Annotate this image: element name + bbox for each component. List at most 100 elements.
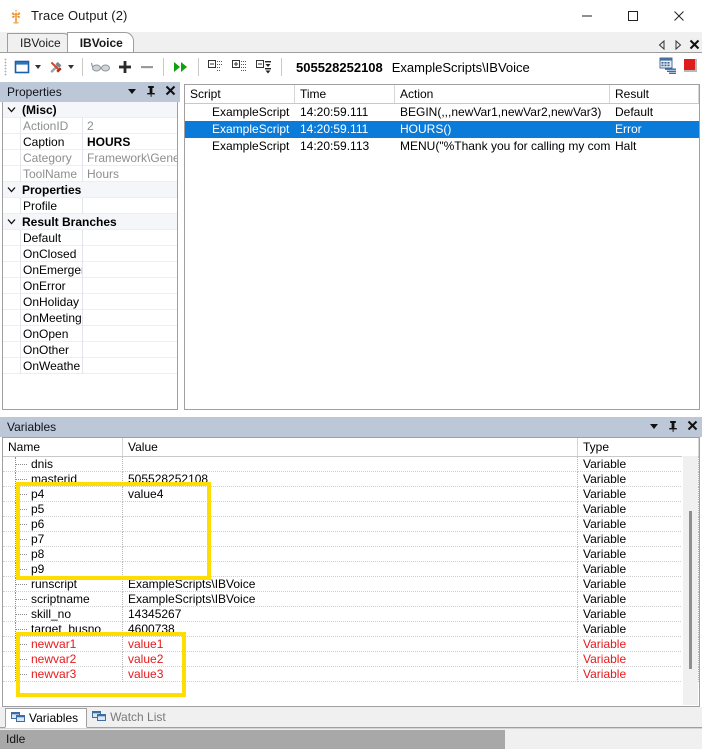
window-view-dropdown[interactable] (11, 55, 44, 79)
properties-row[interactable]: OnClosed (3, 246, 177, 262)
properties-group-row[interactable]: (Misc) (3, 102, 177, 118)
stop-icon[interactable] (683, 58, 698, 76)
grid-icon[interactable] (659, 57, 677, 77)
variables-grid[interactable]: NameValueType dnisVariablemasterid505528… (2, 437, 700, 707)
prev-tab-icon[interactable] (657, 40, 667, 50)
expand-all-icon[interactable] (228, 55, 252, 79)
variables-grid-body[interactable]: dnisVariablemasterid505528252108Variable… (3, 457, 699, 682)
properties-row[interactable]: OnMeeting (3, 310, 177, 326)
variables-row[interactable]: newvar3value3Variable (3, 667, 699, 682)
variables-row[interactable]: p5Variable (3, 502, 699, 517)
property-value[interactable]: 2 (82, 118, 177, 134)
chevron-down-icon[interactable] (127, 85, 137, 99)
property-value[interactable] (82, 326, 177, 342)
bottom-tab-variables[interactable]: Variables (5, 708, 87, 728)
chevron-down-icon (35, 65, 41, 69)
bottom-tab-watch-list[interactable]: Watch List (87, 707, 174, 727)
property-value[interactable] (82, 262, 177, 278)
variables-row[interactable]: p4value4Variable (3, 487, 699, 502)
trace-grid-body[interactable]: ExampleScript14:20:59.111BEGIN(,,,newVar… (185, 104, 699, 155)
properties-row[interactable]: OnOpen (3, 326, 177, 342)
variables-row[interactable]: masterid505528252108Variable (3, 472, 699, 487)
properties-row[interactable]: ToolNameHours (3, 166, 177, 182)
scrollbar-thumb[interactable] (689, 511, 692, 669)
property-value[interactable] (82, 278, 177, 294)
next-tab-icon[interactable] (673, 40, 683, 50)
properties-row[interactable]: Default (3, 230, 177, 246)
variables-row[interactable]: p7Variable (3, 532, 699, 547)
properties-group-row[interactable]: Properties (3, 182, 177, 198)
property-value[interactable] (82, 310, 177, 326)
variables-row[interactable]: dnisVariable (3, 457, 699, 472)
property-value[interactable] (82, 246, 177, 262)
property-value[interactable] (82, 358, 177, 374)
trace-column-header[interactable]: Script (185, 85, 295, 103)
properties-row[interactable]: ActionID2 (3, 118, 177, 134)
variables-row[interactable]: newvar1value1Variable (3, 637, 699, 652)
tab-ibvoice-1[interactable]: IBVoice (7, 33, 72, 52)
chevron-down-icon[interactable] (3, 185, 20, 194)
add-button[interactable] (114, 55, 136, 79)
variables-column-header[interactable]: Name (3, 438, 123, 456)
pin-icon[interactable] (146, 85, 156, 100)
property-value[interactable] (82, 342, 177, 358)
properties-row[interactable]: OnOther (3, 342, 177, 358)
close-icon[interactable] (687, 420, 698, 434)
properties-row[interactable]: Profile (3, 198, 177, 214)
trace-row[interactable]: ExampleScript14:20:59.113MENU("%Thank yo… (185, 138, 699, 155)
variable-cell-value: 505528252108 (123, 472, 578, 487)
toolbar-grip[interactable] (4, 58, 7, 76)
close-icon[interactable] (656, 0, 702, 31)
chevron-down-icon[interactable] (3, 217, 20, 226)
fast-forward-icon[interactable] (169, 55, 193, 79)
variable-cell-value: value2 (123, 652, 578, 667)
property-value[interactable] (82, 294, 177, 310)
tools-dropdown[interactable] (44, 55, 77, 79)
variables-row[interactable]: p8Variable (3, 547, 699, 562)
property-value[interactable]: HOURS (82, 134, 177, 150)
variables-column-header[interactable]: Type (578, 438, 699, 456)
properties-row[interactable]: CategoryFramework\General (3, 150, 177, 166)
maximize-icon[interactable] (610, 0, 656, 31)
pin-icon[interactable] (668, 420, 678, 435)
variables-row[interactable]: p9Variable (3, 562, 699, 577)
close-icon[interactable] (165, 85, 176, 99)
properties-row[interactable]: CaptionHOURS (3, 134, 177, 150)
trace-column-header[interactable]: Result (610, 85, 699, 103)
variables-row[interactable]: scriptnameExampleScripts\IBVoiceVariable (3, 592, 699, 607)
properties-group-row[interactable]: Result Branches (3, 214, 177, 230)
chevron-down-icon[interactable] (3, 105, 20, 114)
property-value[interactable] (82, 198, 177, 214)
trace-grid-pane: ScriptTimeActionResult ExampleScript14:2… (184, 84, 700, 410)
properties-row[interactable]: OnEmerger (3, 262, 177, 278)
trace-column-header[interactable]: Time (295, 85, 395, 103)
trace-column-header[interactable]: Action (395, 85, 610, 103)
property-value[interactable]: Framework\General (82, 150, 177, 166)
remove-button[interactable] (136, 55, 158, 79)
variables-row[interactable]: newvar2value2Variable (3, 652, 699, 667)
variables-row[interactable]: skill_no14345267Variable (3, 607, 699, 622)
scroll-bottom-icon[interactable] (252, 55, 276, 79)
property-name: Profile (20, 198, 82, 214)
collapse-all-icon[interactable] (204, 55, 228, 79)
trace-row[interactable]: ExampleScript14:20:59.111HOURS()Error (185, 121, 699, 138)
variables-column-header[interactable]: Value (123, 438, 578, 456)
trace-row[interactable]: ExampleScript14:20:59.111BEGIN(,,,newVar… (185, 104, 699, 121)
variables-row[interactable]: p6Variable (3, 517, 699, 532)
property-name: Default (20, 230, 82, 246)
close-tab-icon[interactable] (689, 39, 700, 50)
property-value[interactable] (82, 230, 177, 246)
tab-ibvoice-2[interactable]: IBVoice (67, 32, 134, 52)
glasses-icon[interactable] (88, 55, 114, 79)
minimize-icon[interactable] (564, 0, 610, 31)
variables-scrollbar[interactable] (682, 456, 698, 705)
properties-row[interactable]: OnHoliday (3, 294, 177, 310)
variables-row[interactable]: runscriptExampleScripts\IBVoiceVariable (3, 577, 699, 592)
properties-row[interactable]: OnError (3, 278, 177, 294)
property-value[interactable]: Hours (82, 166, 177, 182)
trace-cell-action: MENU("%Thank you for calling my compar (395, 138, 610, 155)
chevron-down-icon[interactable] (649, 420, 659, 434)
variables-row[interactable]: target_busno4600738Variable (3, 622, 699, 637)
properties-row[interactable]: OnWeathe (3, 358, 177, 374)
properties-grid[interactable]: (Misc)ActionID2CaptionHOURSCategoryFrame… (2, 102, 178, 410)
